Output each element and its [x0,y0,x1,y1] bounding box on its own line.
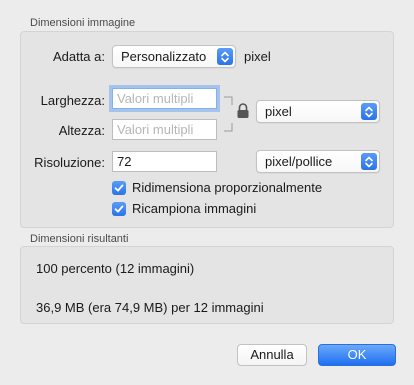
fit-popup-value: Personalizzato [121,49,207,64]
width-field[interactable] [112,88,217,109]
height-label: Altezza: [58,123,105,138]
fit-popup[interactable]: Personalizzato [112,45,236,68]
fit-label: Adatta a: [52,49,105,64]
width-label: Larghezza: [40,93,105,108]
scale-proportionally-checkbox[interactable]: Ridimensiona proporzionalmente [112,180,322,195]
cancel-button[interactable]: Annulla [237,344,307,366]
popup-chevrons-icon [361,103,377,120]
resolution-unit-popup[interactable]: pixel/pollice [256,150,380,173]
scale-proportionally-label: Ridimensiona proporzionalmente [132,180,323,195]
popup-chevrons-icon [217,48,233,65]
size-unit-popup[interactable]: pixel [256,100,380,123]
resolution-label: Risoluzione: [34,155,105,170]
resample-label: Ricampiona immagini [132,201,257,216]
lock-icon[interactable] [236,103,250,122]
checkmark-icon [112,201,126,216]
resulting-size-text: 36,9 MB (era 74,9 MB) per 12 immagini [36,300,264,315]
resolution-unit-value: pixel/pollice [265,154,333,169]
resolution-field[interactable] [112,151,217,172]
resulting-percent-text: 100 percento (12 immagini) [36,261,195,276]
size-unit-value: pixel [265,104,292,119]
fit-unit-label: pixel [244,49,271,64]
height-field[interactable] [112,119,217,140]
resulting-dimensions-title: Dimensioni risultanti [30,233,129,245]
checkmark-icon [112,180,126,195]
popup-chevrons-icon [361,153,377,170]
ok-button[interactable]: OK [318,344,396,366]
image-dimensions-title: Dimensioni immagine [30,17,136,29]
resample-checkbox[interactable]: Ricampiona immagini [112,201,256,216]
